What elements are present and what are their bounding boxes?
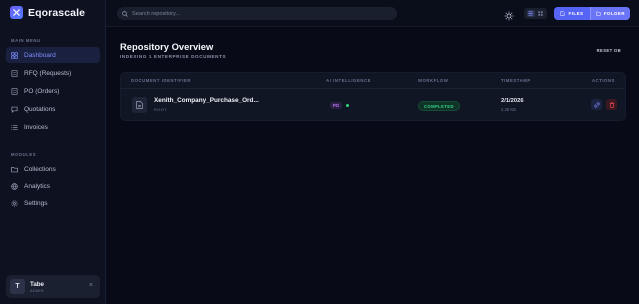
main-menu-label: MAIN MENU <box>11 38 41 43</box>
list-view-icon[interactable] <box>526 10 535 17</box>
sidebar-item-label: Dashboard <box>24 51 56 59</box>
sidebar-item-label: Analytics <box>24 182 51 190</box>
sidebar-item-settings[interactable]: Settings <box>6 195 100 211</box>
sun-icon <box>504 11 514 21</box>
grid-view-icon[interactable] <box>536 10 544 17</box>
document-icon <box>11 87 18 95</box>
workflow-status-badge: COMPLETED <box>418 101 460 111</box>
sidebar-item-label: Collections <box>24 165 56 173</box>
trash-icon <box>609 101 614 108</box>
column-header-actions: ACTIONS <box>592 78 616 83</box>
search-input[interactable] <box>132 10 382 17</box>
sidebar-item-label: Invoices <box>24 123 48 131</box>
sidebar-item-collections[interactable]: Collections <box>6 161 100 177</box>
sidebar-item-rfq[interactable]: RFQ (Requests) <box>6 65 100 81</box>
modules-label: MODULES <box>11 152 37 157</box>
view-toggle[interactable] <box>524 8 547 19</box>
files-button-label: FILES <box>568 11 584 16</box>
user-card[interactable]: T Tabe ADMIN × <box>6 275 100 298</box>
folder-button[interactable]: FOLDER <box>590 7 630 20</box>
sidebar-item-dashboard[interactable]: Dashboard <box>6 47 100 63</box>
page-subtitle: INDEXING 1 ENTERPRISE DOCUMENTS <box>120 54 227 59</box>
page-title: Repository Overview <box>120 41 214 52</box>
files-button[interactable]: FILES <box>554 7 590 20</box>
sidebar-item-quotations[interactable]: Quotations <box>6 101 100 117</box>
ai-tag-badge: PO <box>330 102 343 109</box>
upload-button-group: FILES FOLDER <box>554 7 630 20</box>
column-header-workflow: WORKFLOW <box>418 78 449 83</box>
file-icon <box>132 97 147 113</box>
file-icon <box>561 11 565 16</box>
folder-icon <box>596 11 601 16</box>
sidebar-item-label: RFQ (Requests) <box>24 69 72 77</box>
column-header-timestamp: TIMESTAMP <box>501 78 531 83</box>
file-size: 2.38 KB <box>501 107 516 112</box>
search-icon <box>122 10 128 17</box>
user-role: ADMIN <box>30 288 44 293</box>
globe-icon <box>11 182 18 190</box>
document-icon <box>11 69 18 77</box>
column-header-document: DOCUMENT IDENTIFIER <box>131 78 192 83</box>
folder-button-label: FOLDER <box>603 11 625 16</box>
avatar: T <box>10 279 25 294</box>
link-action-button[interactable] <box>591 99 602 110</box>
sidebar-item-invoices[interactable]: Invoices <box>6 119 100 135</box>
search-bar[interactable] <box>117 7 397 20</box>
list-icon <box>11 124 18 130</box>
brand-logo-icon <box>10 6 23 19</box>
user-name: Tabe <box>30 280 44 288</box>
sidebar: Eqorascale MAIN MENU Dashboard RFQ (Requ… <box>0 0 106 304</box>
topbar: FILES FOLDER <box>106 0 639 27</box>
table-header: DOCUMENT IDENTIFIER AI INTELLIGENCE WORK… <box>121 73 625 89</box>
sidebar-item-analytics[interactable]: Analytics <box>6 178 100 194</box>
brand-name: Eqorascale <box>28 6 86 19</box>
close-icon[interactable]: × <box>89 282 93 289</box>
document-name[interactable]: Xenith_Company_Purchase_Ord... <box>154 97 259 104</box>
delete-action-button[interactable] <box>606 99 617 110</box>
sidebar-item-label: PO (Orders) <box>24 87 60 95</box>
message-icon <box>11 106 18 113</box>
brand[interactable]: Eqorascale <box>10 6 85 19</box>
gear-icon <box>11 200 18 206</box>
table-row[interactable]: Xenith_Company_Purchase_Ord... ROOT PO C… <box>121 89 625 121</box>
sidebar-item-label: Quotations <box>24 105 56 113</box>
document-location: ROOT <box>154 107 168 112</box>
theme-toggle-button[interactable] <box>504 8 514 26</box>
sidebar-item-label: Settings <box>24 199 48 207</box>
reset-db-button[interactable]: RESET DB <box>597 48 621 53</box>
documents-table: DOCUMENT IDENTIFIER AI INTELLIGENCE WORK… <box>120 72 626 121</box>
timestamp-date: 2/1/2026 <box>501 98 524 104</box>
ai-status-dot <box>346 104 349 107</box>
link-icon <box>593 101 600 108</box>
folder-icon <box>11 166 18 172</box>
column-header-ai: AI INTELLIGENCE <box>326 78 372 83</box>
grid-icon <box>11 51 18 59</box>
sidebar-item-po[interactable]: PO (Orders) <box>6 83 100 99</box>
main-content: Repository Overview INDEXING 1 ENTERPRIS… <box>106 27 639 304</box>
